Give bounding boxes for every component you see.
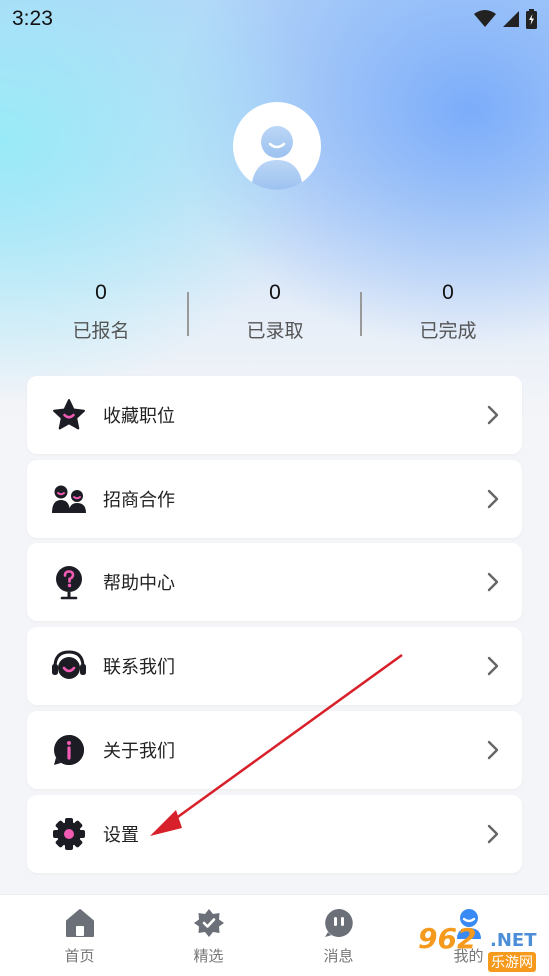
stat-registered[interactable]: 0 已报名	[14, 276, 188, 343]
stat-label: 已报名	[72, 320, 130, 342]
stat-value: 0	[95, 281, 107, 304]
home-icon	[65, 909, 94, 937]
menu-label: 关于我们	[103, 741, 175, 762]
tab-featured[interactable]: 精选	[140, 895, 277, 976]
stats-row: 0 已报名 0 已录取 0 已完成	[0, 276, 549, 356]
status-time: 3:23	[12, 7, 53, 30]
stat-admitted[interactable]: 0 已录取	[188, 276, 362, 343]
menu-label: 收藏职位	[103, 406, 175, 427]
star-icon	[51, 397, 87, 433]
stat-label: 已完成	[419, 320, 477, 342]
help-icon	[51, 564, 87, 600]
menu-item-settings[interactable]: 设置	[27, 795, 522, 873]
battery-icon	[526, 9, 537, 29]
tab-home[interactable]: 首页	[11, 895, 148, 976]
watermark-logo: 962 .NET 乐游网	[418, 922, 544, 974]
menu-item-about[interactable]: 关于我们	[27, 711, 522, 789]
menu-label: 招商合作	[103, 490, 175, 511]
menu-item-partnership[interactable]: 招商合作	[27, 460, 522, 538]
stat-value: 0	[269, 281, 281, 304]
wifi-icon	[474, 10, 496, 27]
chevron-right-icon	[487, 656, 499, 676]
stat-value: 0	[442, 281, 454, 304]
nav-label: 消息	[323, 947, 354, 965]
gear-icon	[51, 816, 87, 852]
tab-messages[interactable]: 消息	[270, 895, 407, 976]
watermark-domain: .NET	[490, 930, 537, 951]
watermark-number: 962	[418, 922, 477, 955]
featured-icon	[193, 909, 224, 937]
nav-label: 首页	[64, 947, 95, 965]
menu-label: 设置	[103, 825, 139, 846]
stat-completed[interactable]: 0 已完成	[361, 276, 535, 343]
menu-label: 联系我们	[103, 657, 175, 678]
header-background	[0, 0, 549, 420]
stat-label: 已录取	[246, 320, 304, 342]
user-avatar-icon	[251, 126, 303, 190]
menu-label: 帮助中心	[103, 573, 175, 594]
chevron-right-icon	[487, 572, 499, 592]
menu-item-favorites[interactable]: 收藏职位	[27, 376, 522, 454]
headset-icon	[51, 648, 87, 684]
message-icon	[324, 909, 353, 937]
partners-icon	[51, 481, 87, 517]
menu-item-help[interactable]: 帮助中心	[27, 543, 522, 621]
chevron-right-icon	[487, 489, 499, 509]
status-bar: 3:23	[0, 0, 549, 38]
chevron-right-icon	[487, 740, 499, 760]
watermark-subtitle: 乐游网	[488, 952, 536, 972]
chevron-right-icon	[487, 405, 499, 425]
status-icons	[474, 9, 537, 29]
avatar[interactable]	[233, 102, 321, 190]
chevron-right-icon	[487, 824, 499, 844]
menu-item-contact[interactable]: 联系我们	[27, 627, 522, 705]
signal-icon	[503, 11, 519, 27]
nav-label: 精选	[193, 947, 224, 965]
info-icon	[51, 732, 87, 768]
